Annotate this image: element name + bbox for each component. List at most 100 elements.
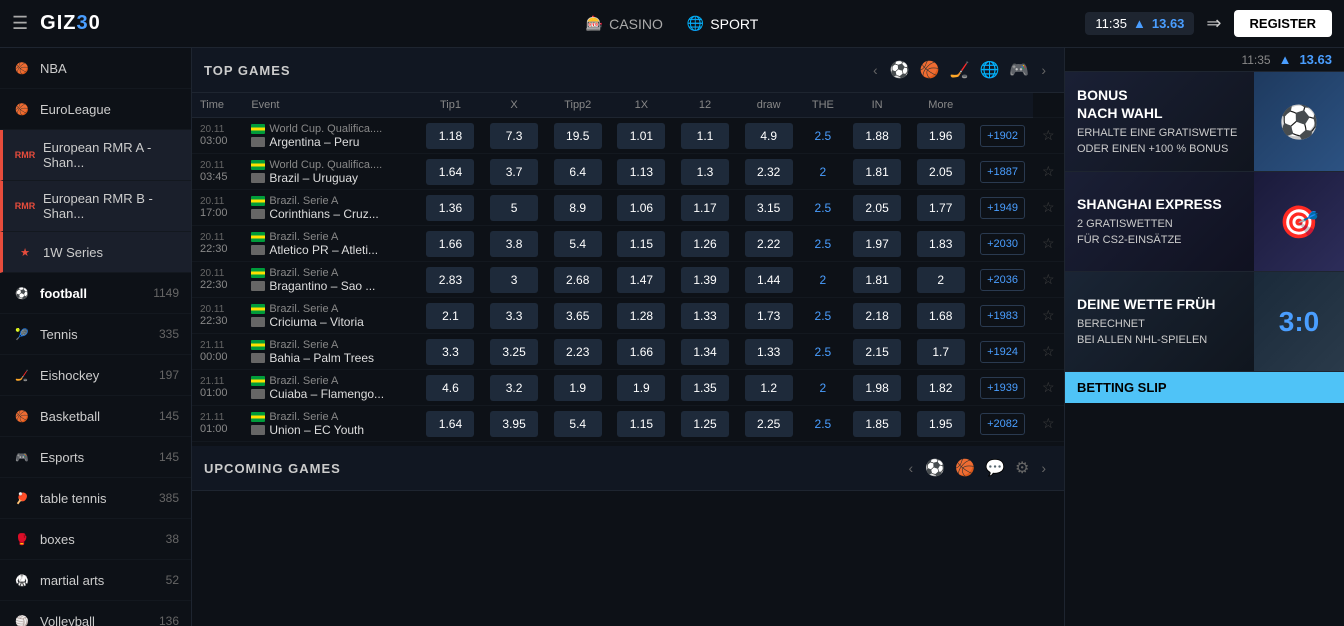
sidebar-item-eishockey[interactable]: 🏒 Eishockey 197 bbox=[0, 355, 191, 396]
bet-draw-btn[interactable]: 2.32 bbox=[745, 159, 793, 185]
nav-sport[interactable]: 🌐 SPORT bbox=[687, 15, 758, 32]
favorite-btn[interactable]: ☆ bbox=[1038, 159, 1059, 184]
betting-slip-bar[interactable]: BETTING SLIP bbox=[1065, 372, 1344, 403]
bet-x-btn[interactable]: 3 bbox=[490, 267, 538, 293]
bet-tip1-btn[interactable]: 1.64 bbox=[426, 159, 474, 185]
promo-card-nhl[interactable]: DEINE WETTE FRÜH BERECHNETBEI ALLEN NHL-… bbox=[1065, 272, 1344, 372]
promo-card-bonus[interactable]: BONUSNACH WAHL ERHALTE EINE GRATISWETTEO… bbox=[1065, 72, 1344, 172]
upcoming-next-btn[interactable]: › bbox=[1035, 456, 1052, 480]
bet-x-btn[interactable]: 3.95 bbox=[490, 411, 538, 437]
bet-tip1-btn[interactable]: 2.1 bbox=[426, 303, 474, 329]
more-bets-btn[interactable]: +2036 bbox=[980, 269, 1025, 291]
bet-in-btn[interactable]: 1.96 bbox=[917, 123, 965, 149]
bet-tip2-btn[interactable]: 2.23 bbox=[554, 339, 602, 365]
sport-filter-hockey[interactable]: 🏒 bbox=[946, 56, 974, 84]
bet-tip2-btn[interactable]: 3.65 bbox=[554, 303, 602, 329]
top-games-next-btn[interactable]: › bbox=[1035, 58, 1052, 82]
sidebar-item-football[interactable]: ⚽ football 1149 bbox=[0, 273, 191, 314]
bet-1x-btn[interactable]: 1.06 bbox=[617, 195, 665, 221]
more-bets-btn[interactable]: +2082 bbox=[980, 413, 1025, 435]
bet-in-btn[interactable]: 1.68 bbox=[917, 303, 965, 329]
more-bets-btn[interactable]: +2030 bbox=[980, 233, 1025, 255]
menu-icon[interactable]: ☰ bbox=[12, 13, 28, 34]
more-bets-btn[interactable]: +1983 bbox=[980, 305, 1025, 327]
upcoming-prev-btn[interactable]: ‹ bbox=[903, 456, 920, 480]
sport-filter-globe[interactable]: 🌐 bbox=[975, 56, 1003, 84]
bet-the-btn[interactable]: 1.81 bbox=[853, 159, 901, 185]
bet-12-btn[interactable]: 1.33 bbox=[681, 303, 729, 329]
more-bets-btn[interactable]: +1949 bbox=[980, 197, 1025, 219]
bet-in-btn[interactable]: 2.05 bbox=[917, 159, 965, 185]
more-bets-btn[interactable]: +1902 bbox=[980, 125, 1025, 147]
sidebar-item-rmrb[interactable]: RMR European RMR B - Shan... bbox=[0, 181, 191, 232]
bet-12-btn[interactable]: 1.3 bbox=[681, 159, 729, 185]
bet-12-btn[interactable]: 1.39 bbox=[681, 267, 729, 293]
bet-1x-btn[interactable]: 1.28 bbox=[617, 303, 665, 329]
bet-tip2-btn[interactable]: 5.4 bbox=[554, 231, 602, 257]
sidebar-item-martialarts[interactable]: 🥋 martial arts 52 bbox=[0, 560, 191, 601]
bet-x-btn[interactable]: 3.8 bbox=[490, 231, 538, 257]
favorite-btn[interactable]: ☆ bbox=[1038, 339, 1059, 364]
bet-1x-btn[interactable]: 1.66 bbox=[617, 339, 665, 365]
bet-1x-btn[interactable]: 1.13 bbox=[617, 159, 665, 185]
bet-tip1-btn[interactable]: 1.64 bbox=[426, 411, 474, 437]
sidebar-item-nba[interactable]: 🏀 NBA bbox=[0, 48, 191, 89]
sidebar-item-volleyball[interactable]: 🏐 Volleyball 136 bbox=[0, 601, 191, 626]
bet-tip2-btn[interactable]: 19.5 bbox=[554, 123, 602, 149]
bet-draw-btn[interactable]: 2.25 bbox=[745, 411, 793, 437]
bet-the-btn[interactable]: 1.88 bbox=[853, 123, 901, 149]
upcoming-filter-basketball[interactable]: 🏀 bbox=[951, 454, 979, 482]
bet-x-btn[interactable]: 3.2 bbox=[490, 375, 538, 401]
favorite-btn[interactable]: ☆ bbox=[1038, 195, 1059, 220]
upcoming-filter-chat[interactable]: 💬 bbox=[981, 454, 1009, 482]
bet-tip1-btn[interactable]: 2.83 bbox=[426, 267, 474, 293]
bet-tip2-btn[interactable]: 1.9 bbox=[554, 375, 602, 401]
bet-in-btn[interactable]: 1.95 bbox=[917, 411, 965, 437]
bet-x-btn[interactable]: 7.3 bbox=[490, 123, 538, 149]
sidebar-item-basketball[interactable]: 🏀 Basketball 145 bbox=[0, 396, 191, 437]
bet-tip2-btn[interactable]: 8.9 bbox=[554, 195, 602, 221]
favorite-btn[interactable]: ☆ bbox=[1038, 303, 1059, 328]
sidebar-item-euroleague[interactable]: 🏀 EuroLeague bbox=[0, 89, 191, 130]
sport-filter-soccer[interactable]: ⚽ bbox=[886, 56, 914, 84]
bet-in-btn[interactable]: 1.83 bbox=[917, 231, 965, 257]
more-bets-btn[interactable]: +1887 bbox=[980, 161, 1025, 183]
bet-12-btn[interactable]: 1.35 bbox=[681, 375, 729, 401]
bet-the-btn[interactable]: 1.98 bbox=[853, 375, 901, 401]
bet-x-btn[interactable]: 3.7 bbox=[490, 159, 538, 185]
top-games-prev-btn[interactable]: ‹ bbox=[867, 58, 884, 82]
bet-the-btn[interactable]: 2.15 bbox=[853, 339, 901, 365]
bet-tip1-btn[interactable]: 1.36 bbox=[426, 195, 474, 221]
bet-the-btn[interactable]: 1.97 bbox=[853, 231, 901, 257]
sidebar-item-tabletennis[interactable]: 🏓 table tennis 385 bbox=[0, 478, 191, 519]
register-button[interactable]: REGISTER bbox=[1234, 10, 1332, 37]
bet-tip2-btn[interactable]: 2.68 bbox=[554, 267, 602, 293]
bet-draw-btn[interactable]: 3.15 bbox=[745, 195, 793, 221]
nav-casino[interactable]: 🎰 CASINO bbox=[586, 15, 663, 32]
bet-in-btn[interactable]: 1.77 bbox=[917, 195, 965, 221]
sidebar-item-tennis[interactable]: 🎾 Tennis 335 bbox=[0, 314, 191, 355]
upcoming-filter-soccer[interactable]: ⚽ bbox=[921, 454, 949, 482]
bet-12-btn[interactable]: 1.25 bbox=[681, 411, 729, 437]
bet-tip2-btn[interactable]: 5.4 bbox=[554, 411, 602, 437]
more-bets-btn[interactable]: +1924 bbox=[980, 341, 1025, 363]
bet-in-btn[interactable]: 1.7 bbox=[917, 339, 965, 365]
bet-tip1-btn[interactable]: 1.18 bbox=[426, 123, 474, 149]
bet-12-btn[interactable]: 1.17 bbox=[681, 195, 729, 221]
bet-tip1-btn[interactable]: 4.6 bbox=[426, 375, 474, 401]
bet-12-btn[interactable]: 1.1 bbox=[681, 123, 729, 149]
bet-the-btn[interactable]: 2.05 bbox=[853, 195, 901, 221]
bet-draw-btn[interactable]: 1.73 bbox=[745, 303, 793, 329]
bet-the-btn[interactable]: 1.81 bbox=[853, 267, 901, 293]
sport-filter-basketball[interactable]: 🏀 bbox=[916, 56, 944, 84]
more-bets-btn[interactable]: +1939 bbox=[980, 377, 1025, 399]
bet-1x-btn[interactable]: 1.9 bbox=[617, 375, 665, 401]
sidebar-item-rmra[interactable]: RMR European RMR A - Shan... bbox=[0, 130, 191, 181]
bet-1x-btn[interactable]: 1.47 bbox=[617, 267, 665, 293]
bet-1x-btn[interactable]: 1.15 bbox=[617, 231, 665, 257]
favorite-btn[interactable]: ☆ bbox=[1038, 123, 1059, 148]
bet-the-btn[interactable]: 1.85 bbox=[853, 411, 901, 437]
bet-x-btn[interactable]: 3.25 bbox=[490, 339, 538, 365]
sidebar-item-esports[interactable]: 🎮 Esports 145 bbox=[0, 437, 191, 478]
bet-tip1-btn[interactable]: 1.66 bbox=[426, 231, 474, 257]
